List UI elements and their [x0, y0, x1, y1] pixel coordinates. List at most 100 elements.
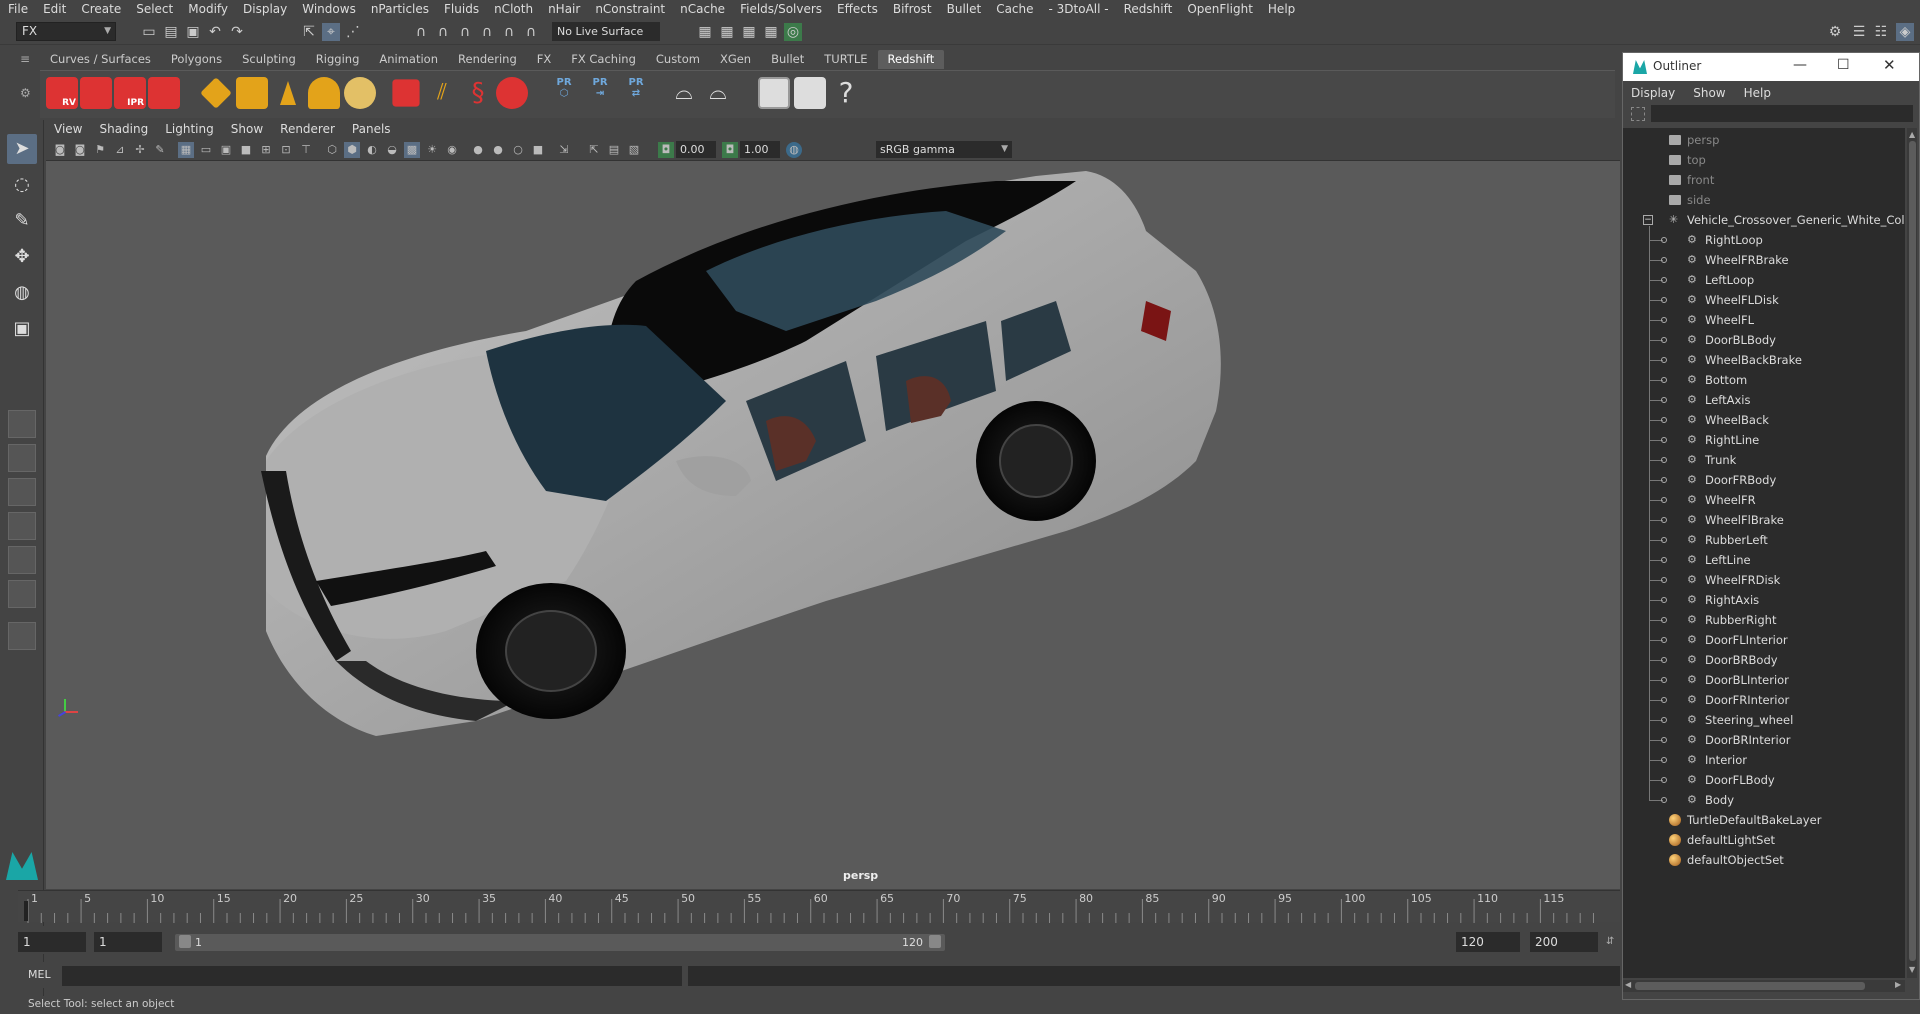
outliner-menu-display[interactable]: Display [1631, 86, 1675, 100]
xray-active-icon[interactable]: ▤ [606, 142, 622, 158]
shelf-tab-fx[interactable]: FX [527, 50, 562, 69]
menu-modify[interactable]: Modify [188, 2, 228, 16]
outliner-item-mesh[interactable]: ⚙ LeftAxis [1623, 390, 1905, 410]
outliner-item-mesh[interactable]: ⚙ Body [1623, 790, 1905, 810]
outliner-item-mesh[interactable]: ⚙ DoorBRBody [1623, 650, 1905, 670]
safe-action-icon[interactable]: ⊡ [278, 142, 294, 158]
playback-start-field[interactable]: 1 [94, 932, 162, 952]
persp-outliner-layout-icon[interactable] [8, 478, 36, 506]
redshift-sun-sky-button[interactable] [344, 77, 376, 109]
field-chart-icon[interactable]: ⊞ [258, 142, 274, 158]
menu-nparticles[interactable]: nParticles [371, 2, 429, 16]
redshift-batch-button[interactable]: ⌓ [702, 77, 734, 109]
expand-node-icon[interactable] [1661, 697, 1667, 703]
outliner-item-mesh[interactable]: ⚙ WheelFRBrake [1623, 250, 1905, 270]
scroll-up-icon[interactable]: ▲ [1909, 130, 1915, 139]
shelf-settings-icon[interactable]: ⚙ [20, 86, 34, 100]
redshift-area-light-button[interactable] [200, 77, 232, 109]
persp-graph-layout-icon[interactable] [8, 512, 36, 540]
live-surface-field[interactable]: No Live Surface [552, 22, 660, 41]
lasso-tool-icon[interactable]: ◌ [7, 170, 37, 200]
expand-node-icon[interactable] [1661, 557, 1667, 563]
redshift-pr-import-button[interactable]: PR ⇥ [584, 77, 616, 109]
menu-bullet[interactable]: Bullet [947, 2, 982, 16]
hypershade-icon[interactable]: ◎ [784, 23, 802, 41]
expand-node-icon[interactable] [1661, 577, 1667, 583]
outliner-item-mesh[interactable]: ⚙ RubberRight [1623, 610, 1905, 630]
expand-node-icon[interactable] [1661, 317, 1667, 323]
select-component-icon[interactable]: ⋰ [344, 23, 362, 41]
expand-node-icon[interactable] [1661, 517, 1667, 523]
expand-node-icon[interactable] [1661, 237, 1667, 243]
animation-start-field[interactable]: 1 [18, 932, 86, 952]
expand-node-icon[interactable] [1661, 457, 1667, 463]
redshift-material-button[interactable] [496, 77, 528, 109]
scroll-left-icon[interactable]: ◀ [1625, 980, 1631, 989]
select-hierarchy-icon[interactable]: ⇱ [300, 23, 318, 41]
shelf-tab-polygons[interactable]: Polygons [161, 50, 232, 69]
outliner-item-group[interactable]: − ✳ Vehicle_Crossover_Generic_White_Color_ [1623, 210, 1905, 230]
shelf-tab-curves-surfaces[interactable]: Curves / Surfaces [40, 50, 161, 69]
shelf-tab-redshift[interactable]: Redshift [877, 50, 945, 69]
menu-cache[interactable]: Cache [996, 2, 1033, 16]
render-settings-icon[interactable]: ▦ [762, 23, 780, 41]
snap-grid-icon[interactable]: ∩ [412, 23, 430, 41]
redshift-pr-swap-button[interactable]: PR ⇄ [620, 77, 652, 109]
bookmark-icon[interactable]: ⚑ [92, 142, 108, 158]
minimize-icon[interactable]: — [1793, 57, 1807, 73]
snap-surface-icon[interactable]: ∩ [500, 23, 518, 41]
menu-nhair[interactable]: nHair [548, 2, 580, 16]
snap-point-icon[interactable]: ∩ [456, 23, 474, 41]
script-language-label[interactable]: MEL [28, 968, 51, 981]
channel-box-toggle-icon[interactable]: ☷ [1872, 23, 1890, 41]
outliner-titlebar[interactable]: Outliner — ☐ ✕ [1623, 53, 1919, 81]
current-time-indicator[interactable] [24, 901, 28, 921]
outliner-item-camera[interactable]: persp [1623, 130, 1905, 150]
expand-node-icon[interactable] [1661, 497, 1667, 503]
single-perspective-layout-icon[interactable] [8, 410, 36, 438]
outliner-item-mesh[interactable]: ⚙ DoorFRBody [1623, 470, 1905, 490]
outliner-item-mesh[interactable]: ⚙ RightLoop [1623, 230, 1905, 250]
expand-node-icon[interactable] [1661, 617, 1667, 623]
view-transform-dropdown[interactable]: sRGB gamma ▼ [876, 141, 1012, 158]
menu-display[interactable]: Display [243, 2, 287, 16]
panel-menu-shading[interactable]: Shading [99, 122, 148, 136]
grease-pencil-icon[interactable]: ✎ [152, 142, 168, 158]
outliner-item-camera[interactable]: front [1623, 170, 1905, 190]
expand-node-icon[interactable] [1661, 357, 1667, 363]
outliner-item-mesh[interactable]: ⚙ RightAxis [1623, 590, 1905, 610]
render-frame-icon[interactable]: ▦ [718, 23, 736, 41]
textured-icon[interactable]: ◒ [384, 142, 400, 158]
outliner-item-mesh[interactable]: ⚙ LeftLine [1623, 550, 1905, 570]
more-layouts-icon[interactable] [8, 622, 36, 650]
redshift-help-icon[interactable]: ? [830, 77, 862, 109]
redshift-spot-light-button[interactable] [272, 77, 304, 109]
redshift-pr-export-button[interactable]: PR ⬡ [548, 77, 580, 109]
isolate-select-icon[interactable]: ■ [530, 142, 546, 158]
perspective-viewport[interactable]: persp [46, 161, 1620, 889]
outliner-item-set[interactable]: TurtleDefaultBakeLayer [1623, 810, 1905, 830]
shelf-tab-sculpting[interactable]: Sculpting [232, 50, 306, 69]
expand-node-icon[interactable] [1661, 417, 1667, 423]
menu-edit[interactable]: Edit [43, 2, 66, 16]
outliner-item-mesh[interactable]: ⚙ RightLine [1623, 430, 1905, 450]
menu-windows[interactable]: Windows [302, 2, 356, 16]
outliner-item-mesh[interactable]: ⚙ Interior [1623, 750, 1905, 770]
hypershade-layout-icon[interactable] [8, 546, 36, 574]
menu-effects[interactable]: Effects [837, 2, 878, 16]
outliner-item-camera[interactable]: side [1623, 190, 1905, 210]
outliner-item-mesh[interactable]: ⚙ WheelFRDisk [1623, 570, 1905, 590]
wireframe-icon[interactable]: ⬡ [324, 142, 340, 158]
outliner-item-mesh[interactable]: ⚙ DoorFLInterior [1623, 630, 1905, 650]
time-slider[interactable]: 1 5 10 15 20 25 30 35 40 45 50 55 60 65 70 75 80 85 90 95 10… [18, 890, 1620, 923]
expand-node-icon[interactable] [1661, 777, 1667, 783]
shelf-tab-turtle[interactable]: TURTLE [814, 50, 877, 69]
expand-node-icon[interactable] [1661, 797, 1667, 803]
attribute-editor-toggle-icon[interactable]: ☰ [1850, 23, 1868, 41]
expand-node-icon[interactable] [1661, 297, 1667, 303]
redshift-render-view-button[interactable]: RV [46, 77, 78, 109]
outliner-item-mesh[interactable]: ⚙ DoorBLInterior [1623, 670, 1905, 690]
gate-mask-icon[interactable]: ■ [238, 142, 254, 158]
menu-file[interactable]: File [8, 2, 28, 16]
menu-bifrost[interactable]: Bifrost [893, 2, 932, 16]
